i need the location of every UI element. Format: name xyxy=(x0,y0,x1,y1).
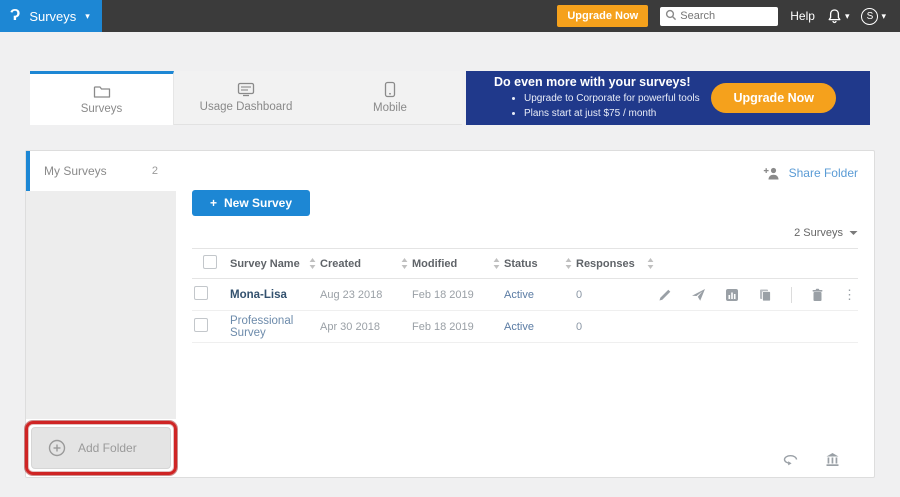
column-header-modified[interactable]: Modified xyxy=(412,258,457,270)
chevron-down-icon xyxy=(849,230,858,236)
responses-count: 0 xyxy=(574,311,656,343)
banner-bullet: Plans start at just $75 / month xyxy=(524,107,711,122)
sort-icon[interactable] xyxy=(565,258,572,269)
row-checkbox[interactable] xyxy=(194,318,208,332)
mobile-phone-icon xyxy=(384,81,396,98)
sort-icon[interactable] xyxy=(493,258,500,269)
survey-count-label: 2 Surveys xyxy=(794,227,843,239)
row-checkbox[interactable] xyxy=(194,286,208,300)
upgrade-now-button[interactable]: Upgrade Now xyxy=(557,5,648,27)
sort-icon[interactable] xyxy=(647,258,654,269)
new-survey-button[interactable]: + New Survey xyxy=(192,190,310,216)
sort-icon[interactable] xyxy=(309,258,316,269)
survey-name-link[interactable]: Professional Survey xyxy=(230,315,293,339)
column-header-created[interactable]: Created xyxy=(320,258,361,270)
table-row: Mona-Lisa Aug 23 2018 Feb 18 2019 Active… xyxy=(192,279,858,311)
banner-upgrade-button[interactable]: Upgrade Now xyxy=(711,83,836,113)
survey-list-content: Share Folder + New Survey 2 Surveys Surv… xyxy=(176,151,874,477)
status-badge: Active xyxy=(502,279,574,311)
modified-date: Feb 18 2019 xyxy=(410,311,502,343)
tab-strip: Surveys Usage Dashboard Mobile xyxy=(30,71,462,125)
share-person-icon xyxy=(763,166,782,181)
tab-mobile[interactable]: Mobile xyxy=(318,71,462,125)
tab-label: Usage Dashboard xyxy=(200,101,293,113)
status-badge: Active xyxy=(502,311,574,343)
plus-circle-icon xyxy=(48,439,66,457)
chevron-down-icon: ▾ xyxy=(85,12,90,21)
more-kebab-icon[interactable]: ⋮ xyxy=(843,287,856,303)
avatar: S xyxy=(861,8,878,25)
banner-title: Do even more with your surveys! xyxy=(494,75,711,89)
add-folder-button[interactable]: Add Folder xyxy=(31,427,171,469)
created-date: Apr 30 2018 xyxy=(318,311,410,343)
top-bar: Ɂ Surveys ▾ Upgrade Now Help ▾ S ▾ xyxy=(0,0,900,32)
help-link[interactable]: Help xyxy=(790,9,815,23)
dashboard-icon xyxy=(237,82,255,97)
upsell-banner: Do even more with your surveys! Upgrade … xyxy=(466,71,870,125)
chevron-down-icon: ▾ xyxy=(845,12,850,21)
responses-count: 0 xyxy=(574,279,656,311)
account-menu[interactable]: S ▾ xyxy=(861,8,886,25)
modified-date: Feb 18 2019 xyxy=(410,279,502,311)
banner-bullet-list: Upgrade to Corporate for powerful tools … xyxy=(524,92,711,121)
product-menu-label: Surveys xyxy=(29,9,76,24)
add-folder-label: Add Folder xyxy=(78,441,137,455)
sidebar-item-my-surveys[interactable]: My Surveys 2 xyxy=(26,151,176,191)
notifications-menu[interactable]: ▾ xyxy=(827,8,850,24)
folder-list-panel xyxy=(26,191,176,419)
share-folder-link[interactable]: Share Folder xyxy=(789,166,858,180)
product-menu[interactable]: Ɂ Surveys ▾ xyxy=(0,0,102,32)
survey-count-dropdown[interactable]: 2 Surveys xyxy=(192,227,858,239)
tab-label: Surveys xyxy=(81,103,123,115)
folder-icon xyxy=(93,84,111,99)
survey-table: Survey Name Created Modified Status xyxy=(192,248,858,343)
send-plane-icon[interactable] xyxy=(691,288,706,302)
recycle-bin-icon[interactable] xyxy=(825,452,840,467)
banner-bullet: Upgrade to Corporate for powerful tools xyxy=(524,92,711,107)
new-survey-label: New Survey xyxy=(224,196,292,210)
created-date: Aug 23 2018 xyxy=(318,279,410,311)
edit-pencil-icon[interactable] xyxy=(658,288,672,302)
table-row: Professional Survey Apr 30 2018 Feb 18 2… xyxy=(192,311,858,343)
column-header-responses[interactable]: Responses xyxy=(576,258,635,270)
search-box xyxy=(660,6,778,26)
tab-label: Mobile xyxy=(373,102,407,114)
folder-sidebar: My Surveys 2 Add Folder xyxy=(26,151,176,477)
search-input[interactable] xyxy=(660,7,778,26)
survey-name-link[interactable]: Mona-Lisa xyxy=(230,289,287,301)
tab-surveys[interactable]: Surveys xyxy=(30,71,174,125)
tab-usage-dashboard[interactable]: Usage Dashboard xyxy=(174,71,318,125)
copy-icon[interactable] xyxy=(758,288,772,302)
column-header-status[interactable]: Status xyxy=(504,258,538,270)
folder-name: My Surveys xyxy=(44,164,107,178)
select-all-checkbox[interactable] xyxy=(203,255,217,269)
row-actions: ⋮ xyxy=(658,287,856,303)
plus-icon: + xyxy=(210,196,217,210)
divider xyxy=(791,287,792,303)
surveys-card: My Surveys 2 Add Folder xyxy=(25,150,875,478)
folder-count-badge: 2 xyxy=(152,165,158,177)
sort-icon[interactable] xyxy=(401,258,408,269)
report-chart-icon[interactable] xyxy=(725,288,739,302)
restore-history-icon[interactable] xyxy=(782,453,799,466)
bell-icon xyxy=(827,8,842,24)
app-logo-icon: Ɂ xyxy=(10,7,20,25)
column-header-survey-name[interactable]: Survey Name xyxy=(230,258,300,270)
search-icon xyxy=(665,9,677,21)
chevron-down-icon: ▾ xyxy=(881,12,886,21)
table-header-row: Survey Name Created Modified Status xyxy=(192,249,858,279)
delete-trash-icon[interactable] xyxy=(811,288,824,302)
